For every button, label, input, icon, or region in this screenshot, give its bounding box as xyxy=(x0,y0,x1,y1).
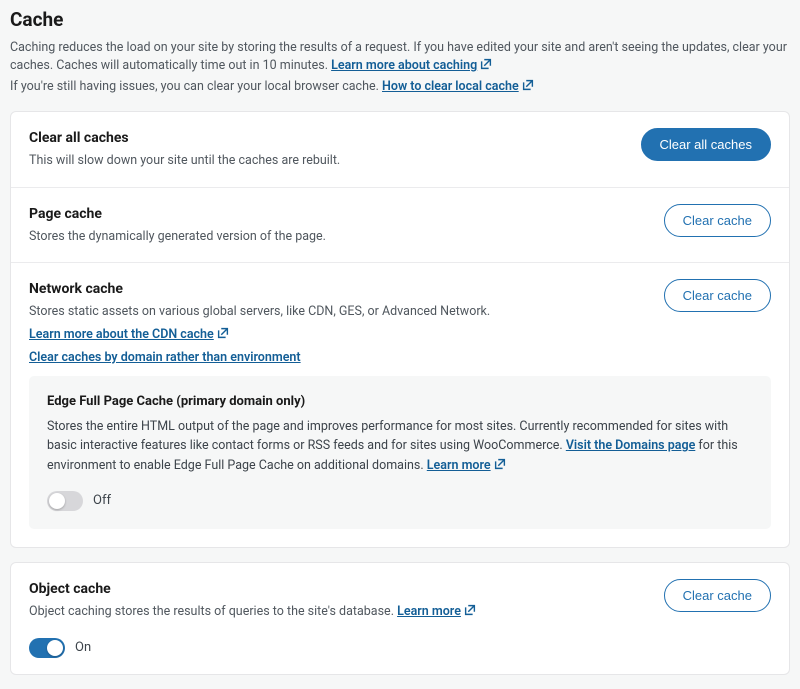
edge-cache-title: Edge Full Page Cache (primary domain onl… xyxy=(47,392,753,412)
external-link-icon xyxy=(216,326,230,340)
object-toggle-label: On xyxy=(75,638,91,658)
object-toggle-row: On xyxy=(29,638,646,658)
external-link-icon xyxy=(463,603,477,617)
object-cache-desc: Object caching stores the results of que… xyxy=(29,604,394,619)
edge-cache-toggle[interactable] xyxy=(47,491,83,511)
network-cache-section: Network cache Stores static assets on va… xyxy=(11,263,789,375)
external-link-icon xyxy=(521,78,535,92)
page-cache-clear-button[interactable]: Clear cache xyxy=(664,204,771,237)
learn-cdn-cache-link[interactable]: Learn more about the CDN cache xyxy=(29,327,214,342)
network-cache-desc: Stores static assets on various global s… xyxy=(29,303,646,322)
external-link-icon xyxy=(479,57,493,71)
object-cache-toggle[interactable] xyxy=(29,638,65,658)
learn-caching-link[interactable]: Learn more about caching xyxy=(331,58,477,73)
visit-domains-link[interactable]: Visit the Domains page xyxy=(566,438,696,453)
external-link-icon xyxy=(493,457,507,471)
cache-settings-page: Cache Caching reduces the load on your s… xyxy=(0,0,800,689)
clear-all-caches-button[interactable]: Clear all caches xyxy=(641,128,772,161)
page-cache-title: Page cache xyxy=(29,204,646,225)
clear-all-section: Clear all caches This will slow down you… xyxy=(11,112,789,188)
page-cache-desc: Stores the dynamically generated version… xyxy=(29,228,646,247)
clear-all-title: Clear all caches xyxy=(29,128,623,149)
intro-paragraph: Caching reduces the load on your site by… xyxy=(10,39,790,77)
clear-all-desc: This will slow down your site until the … xyxy=(29,152,623,171)
cache-card-main: Clear all caches This will slow down you… xyxy=(10,111,790,548)
object-cache-title: Object cache xyxy=(29,579,646,600)
page-cache-section: Page cache Stores the dynamically genera… xyxy=(11,188,789,264)
edge-learn-more-link[interactable]: Learn more xyxy=(427,458,491,473)
edge-cache-description: Stores the entire HTML output of the pag… xyxy=(47,417,753,475)
object-cache-card: Object cache Object caching stores the r… xyxy=(10,562,790,675)
object-cache-description: Object caching stores the results of que… xyxy=(29,603,646,622)
clear-by-domain-link[interactable]: Clear caches by domain rather than envir… xyxy=(29,350,301,365)
issues-prefix: If you're still having issues, you can c… xyxy=(10,79,379,94)
object-learn-more-link[interactable]: Learn more xyxy=(397,604,461,619)
object-cache-clear-button[interactable]: Clear cache xyxy=(664,579,771,612)
issues-row: If you're still having issues, you can c… xyxy=(10,78,790,97)
network-cache-clear-button[interactable]: Clear cache xyxy=(664,279,771,312)
clear-local-cache-link[interactable]: How to clear local cache xyxy=(382,79,519,94)
page-title: Cache xyxy=(10,6,790,35)
edge-toggle-label: Off xyxy=(93,491,111,511)
edge-toggle-row: Off xyxy=(47,491,753,511)
edge-cache-subsection: Edge Full Page Cache (primary domain onl… xyxy=(29,376,771,530)
object-cache-section: Object cache Object caching stores the r… xyxy=(11,563,789,674)
network-cache-title: Network cache xyxy=(29,279,646,300)
